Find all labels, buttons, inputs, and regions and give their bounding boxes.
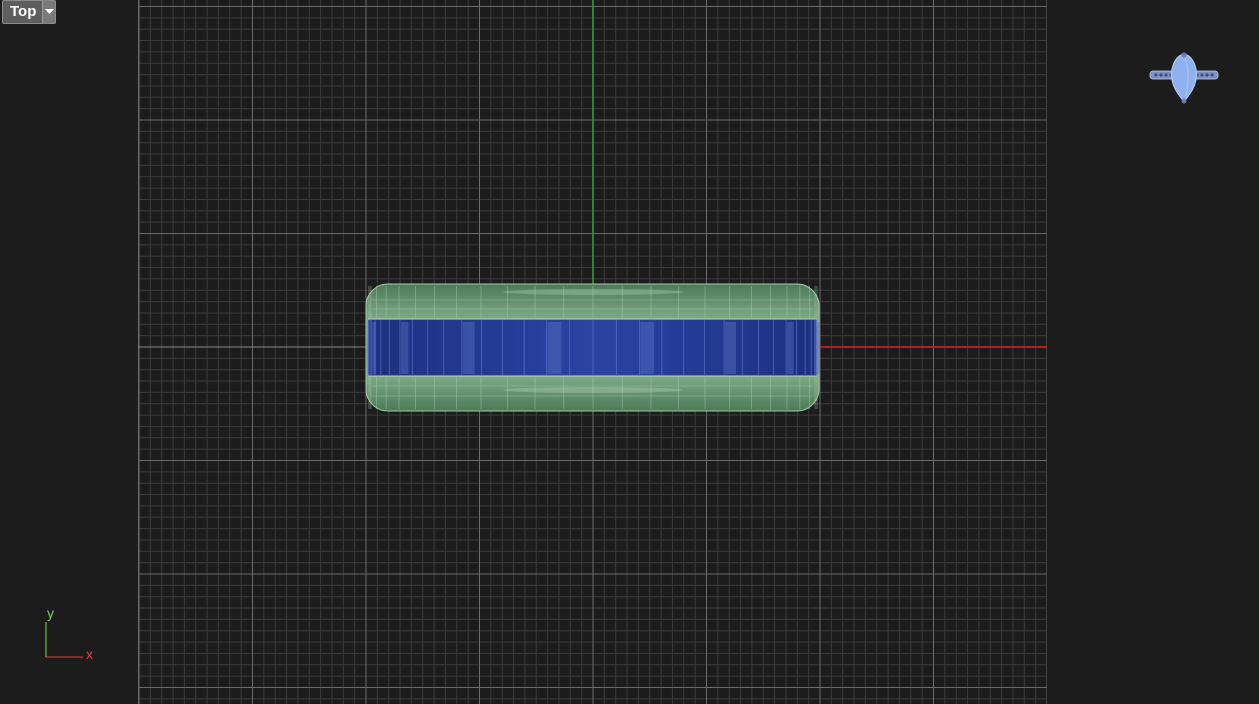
ring-model[interactable]	[365, 283, 820, 412]
ring-preview-icon[interactable]	[1146, 50, 1222, 106]
gem-channel	[367, 318, 818, 377]
grid-canvas[interactable]	[0, 0, 1259, 704]
axis-indicator: y x	[40, 604, 100, 664]
viewport-top[interactable]: Top y x	[0, 0, 1259, 704]
y-axis-label: y	[47, 605, 54, 621]
view-tab[interactable]: Top	[2, 0, 57, 24]
chevron-down-icon[interactable]	[42, 1, 56, 23]
x-axis-label: x	[86, 646, 93, 662]
view-name-label[interactable]: Top	[3, 1, 43, 23]
